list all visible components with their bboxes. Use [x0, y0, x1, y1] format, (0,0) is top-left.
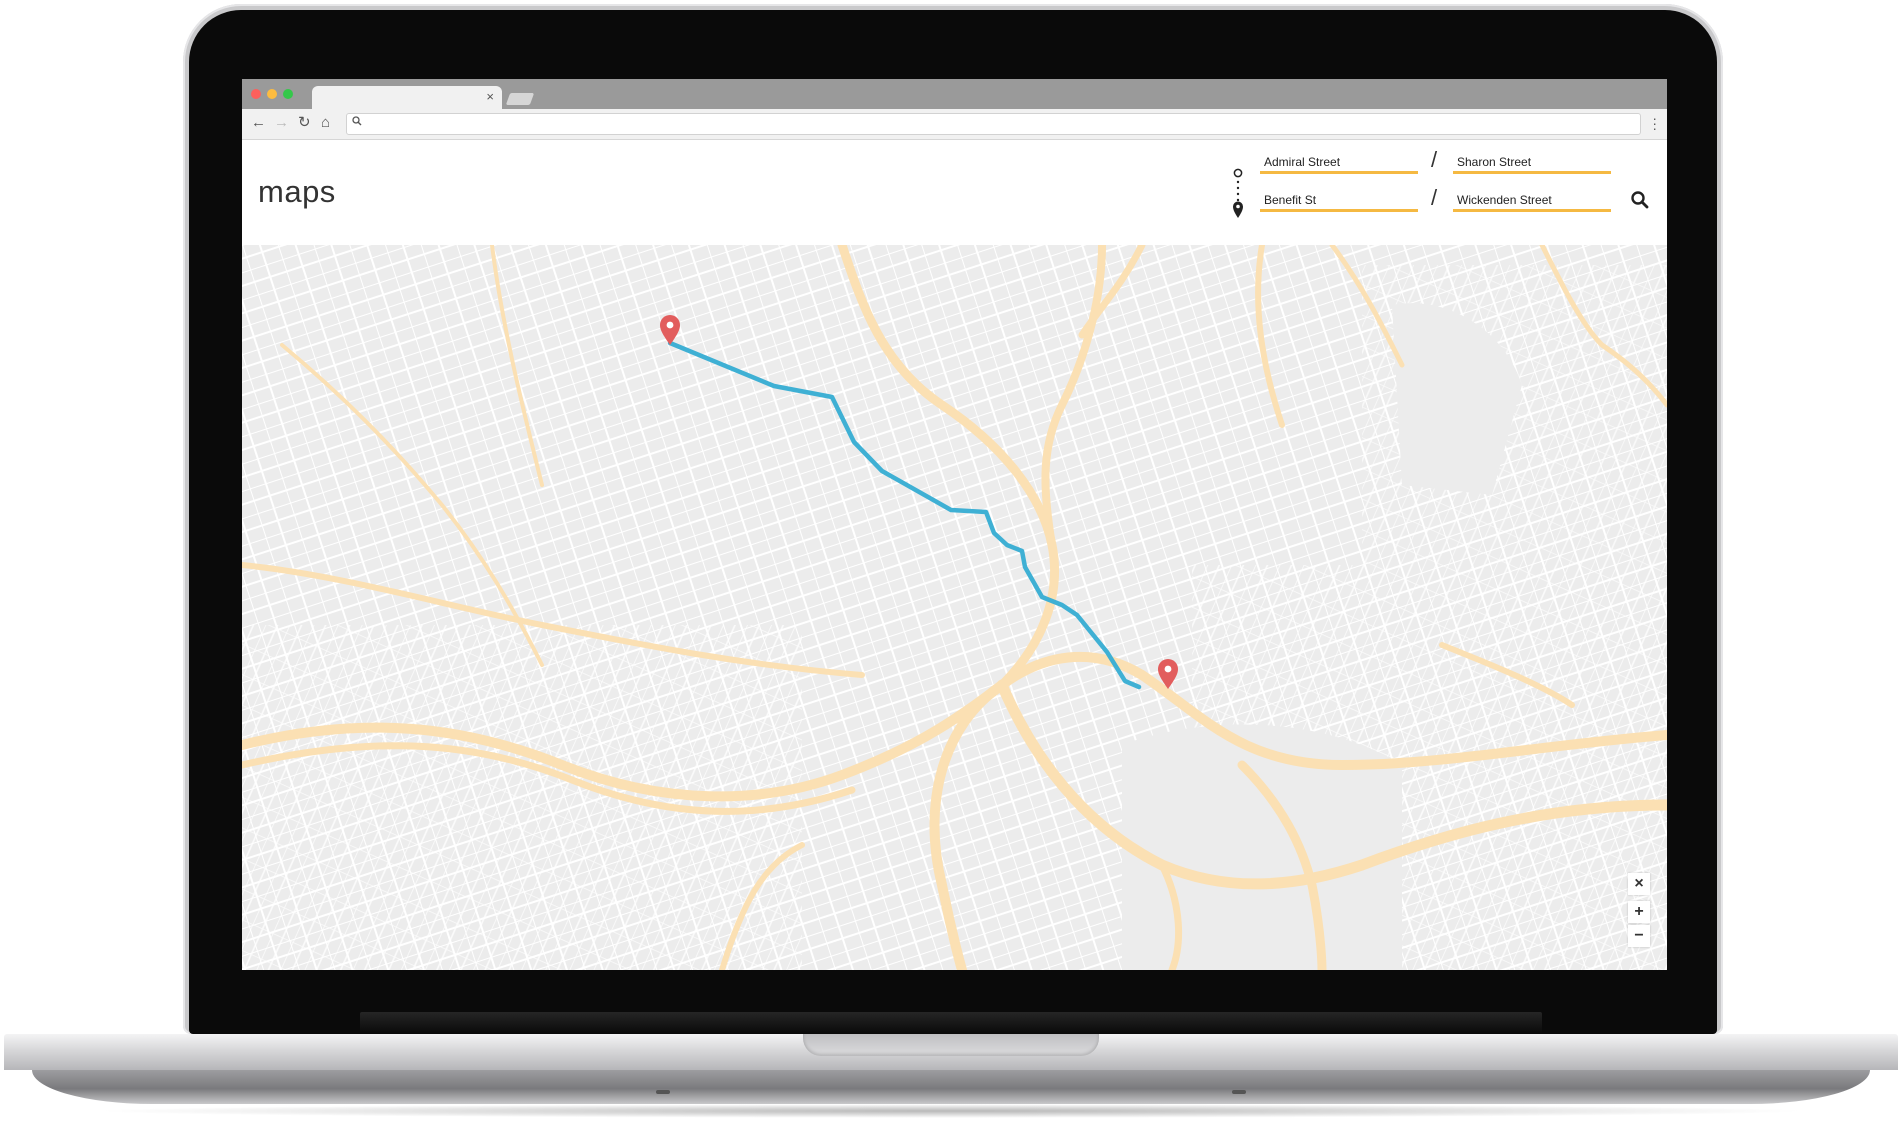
minimize-window-button[interactable] [267, 89, 277, 99]
laptop-hinge [360, 1012, 1542, 1034]
map-canvas[interactable] [242, 245, 1667, 970]
new-tab-button[interactable] [505, 93, 535, 105]
zoom-out-button[interactable]: − [1628, 925, 1650, 947]
map-view[interactable]: × + − [242, 245, 1667, 970]
app-logo: maps [258, 174, 336, 209]
separator: / [1431, 147, 1438, 172]
destination-street-field[interactable] [1260, 187, 1418, 212]
origin-street-input[interactable] [1260, 149, 1418, 171]
browser-tab-strip: × [242, 79, 1667, 109]
reload-icon[interactable]: ↻ [298, 113, 311, 133]
separator: / [1431, 185, 1438, 210]
tab-close-icon[interactable]: × [486, 89, 494, 104]
screen: × ← → ↻ ⌂ ··· maps / [242, 79, 1667, 970]
laptop-notch [803, 1034, 1099, 1056]
browser-tab[interactable]: × [312, 86, 502, 109]
origin-circle-icon [1233, 168, 1243, 178]
laptop-shadow [90, 1104, 1812, 1118]
destination-cross-street-input[interactable] [1453, 187, 1611, 209]
search-icon[interactable] [1630, 190, 1650, 210]
destination-street-input[interactable] [1260, 187, 1418, 209]
kebab-icon[interactable]: · · · [1652, 111, 1657, 135]
laptop-foot [656, 1090, 670, 1094]
route-icons [1233, 168, 1243, 218]
destination-cross-street-field[interactable] [1453, 187, 1611, 212]
address-bar[interactable] [346, 113, 1641, 135]
destination-pin-icon [1233, 201, 1243, 218]
search-icon [352, 116, 362, 126]
origin-cross-street-field[interactable] [1453, 149, 1611, 174]
origin-cross-street-input[interactable] [1453, 149, 1611, 171]
close-window-button[interactable] [251, 89, 261, 99]
laptop-base-edge [32, 1070, 1870, 1104]
app-header: maps / / [242, 140, 1667, 245]
browser-toolbar: ← → ↻ ⌂ · · · [242, 109, 1667, 140]
back-icon[interactable]: ← [251, 113, 266, 133]
origin-street-field[interactable] [1260, 149, 1418, 174]
home-icon[interactable]: ⌂ [321, 113, 330, 133]
forward-icon[interactable]: → [274, 113, 289, 133]
laptop-foot [1232, 1090, 1246, 1094]
maximize-window-button[interactable] [283, 89, 293, 99]
zoom-in-button[interactable]: + [1628, 901, 1650, 923]
close-route-button[interactable]: × [1628, 873, 1650, 895]
